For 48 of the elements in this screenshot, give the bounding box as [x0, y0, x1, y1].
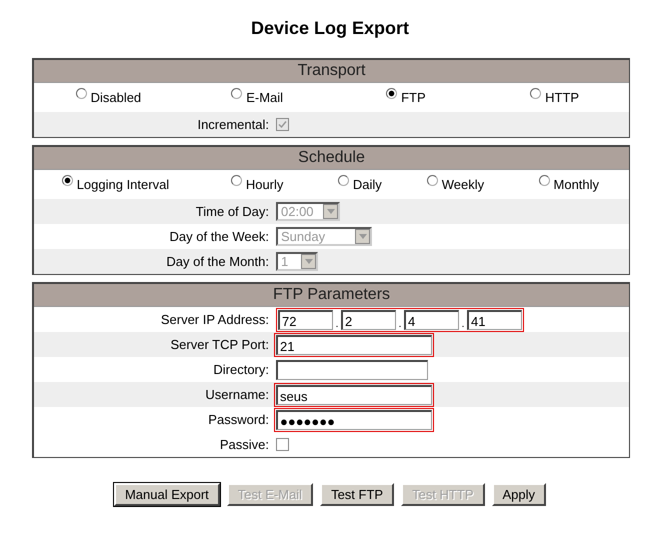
page-title: Device Log Export: [250, 18, 410, 39]
radio-option[interactable]: Hourly: [230, 177, 284, 192]
separator-dot: .: [334, 318, 340, 330]
input-field[interactable]: seus: [276, 384, 432, 404]
radio-option[interactable]: Monthly: [538, 177, 600, 192]
action-button[interactable]: Manual Export: [114, 483, 220, 506]
radio-option[interactable]: Logging Interval: [62, 177, 170, 192]
input-field[interactable]: 2: [341, 310, 396, 330]
radio-icon[interactable]: [426, 175, 438, 186]
separator-dot: .: [398, 318, 402, 330]
radio-option[interactable]: HTTP: [530, 90, 580, 105]
field-label: Password:: [207, 412, 270, 427]
input-field[interactable]: 41: [467, 310, 522, 330]
section-header: Schedule: [34, 147, 629, 170]
input-field[interactable]: 4: [404, 310, 459, 330]
field-label: Server TCP Port:: [170, 337, 270, 352]
field-label: Passive:: [218, 437, 270, 452]
radio-icon[interactable]: [538, 175, 550, 186]
radio-option[interactable]: Disabled: [76, 90, 142, 105]
field-label: Directory:: [212, 362, 270, 377]
section-header: FTP Parameters: [34, 284, 629, 307]
field-label: Server IP Address:: [160, 312, 270, 327]
radio-option[interactable]: Daily: [338, 177, 382, 192]
checkbox[interactable]: [276, 438, 289, 451]
radio-icon[interactable]: [231, 88, 242, 99]
action-button[interactable]: Apply: [492, 483, 546, 506]
field-label: Day of the Week:: [168, 229, 270, 244]
radio-icon[interactable]: [230, 175, 242, 186]
radio-option[interactable]: Weekly: [426, 177, 484, 192]
radio-option[interactable]: E-Mail: [231, 90, 284, 105]
ip-address-field[interactable]: 72 . 2 . 4 . 41: [276, 308, 524, 332]
input-field[interactable]: 21: [276, 334, 432, 354]
field-label: Incremental:: [196, 117, 270, 132]
input-field[interactable]: 72: [278, 310, 333, 330]
radio-icon[interactable]: [76, 88, 87, 99]
radio-icon[interactable]: [338, 175, 349, 186]
field-label: Day of the Month:: [165, 254, 270, 269]
input-field[interactable]: ●●●●●●●: [276, 410, 432, 430]
radio-option[interactable]: FTP: [386, 90, 426, 105]
input-field[interactable]: [276, 360, 428, 380]
action-button[interactable]: Test FTP: [320, 483, 394, 506]
section-header: Transport: [34, 60, 629, 83]
separator-dot: .: [460, 318, 466, 330]
radio-icon[interactable]: [62, 175, 73, 186]
radio-icon[interactable]: [386, 88, 398, 99]
radio-icon[interactable]: [530, 88, 542, 99]
field-label: Time of Day:: [194, 204, 270, 219]
field-label: Username:: [204, 387, 270, 402]
